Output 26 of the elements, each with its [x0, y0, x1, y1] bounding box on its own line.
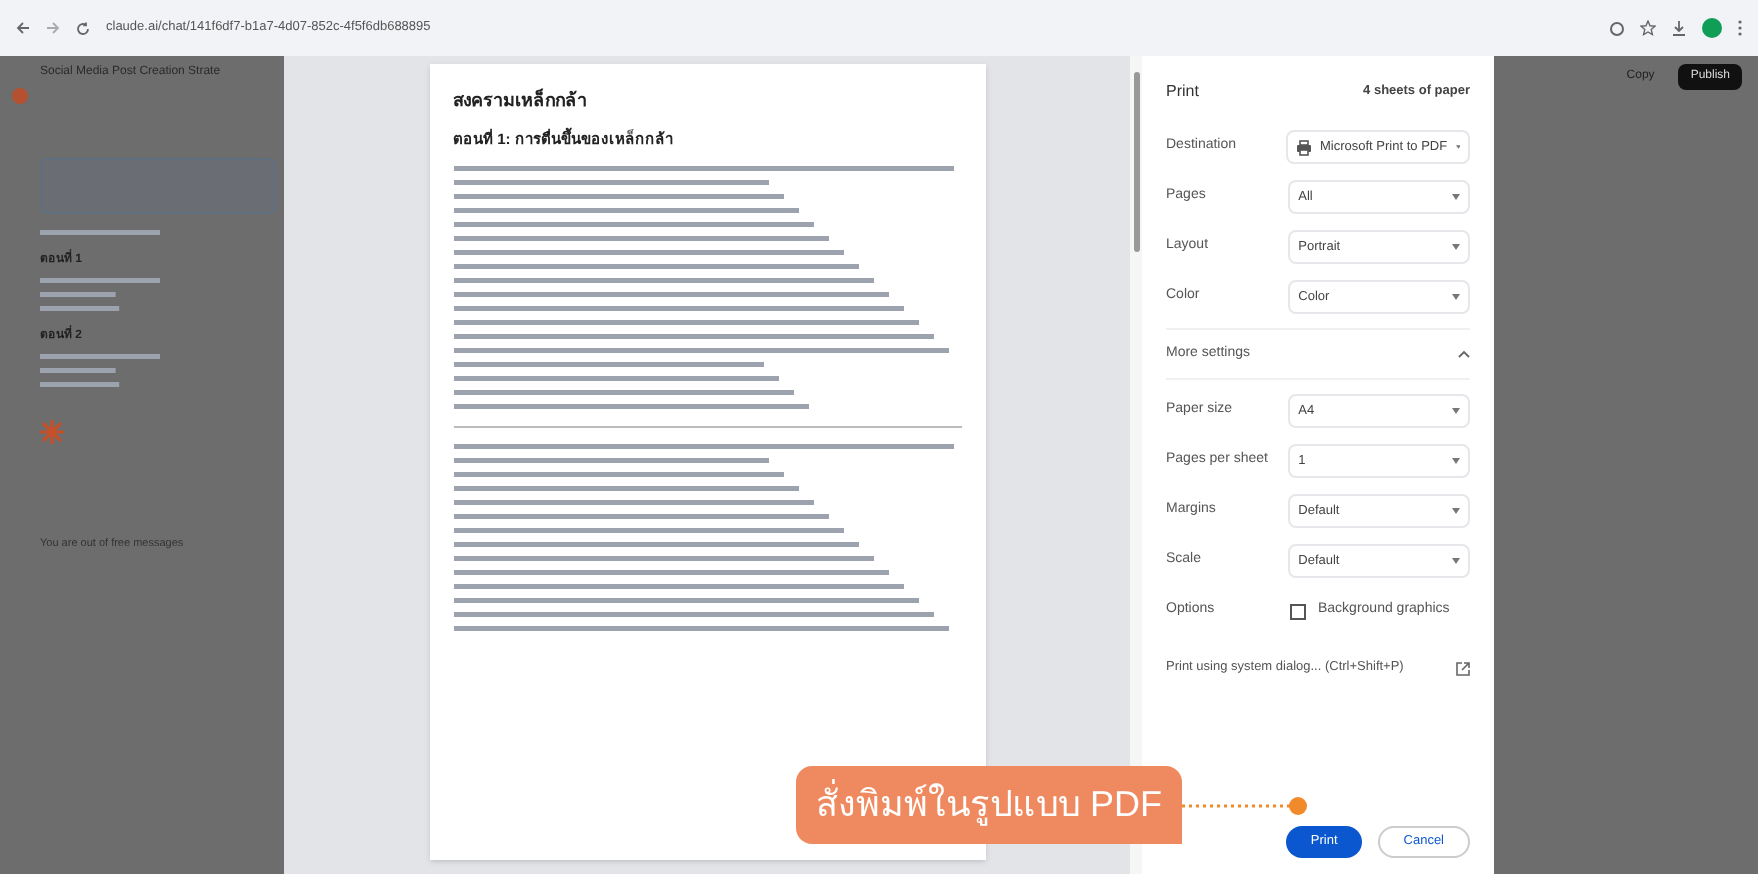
document-title: สงครามเหล็กกล้า — [453, 88, 589, 114]
caret-icon — [1452, 244, 1460, 250]
caret-icon — [1452, 194, 1460, 200]
caret-icon — [1452, 408, 1460, 414]
download-icon[interactable] — [1672, 20, 1686, 36]
blurred-text-drawing — [40, 274, 160, 316]
checkbox[interactable] — [1290, 603, 1306, 619]
callout-label: สั่งพิมพ์ในรูปแบบ PDF — [796, 766, 1183, 844]
caret-icon — [1455, 144, 1460, 150]
logo-icon — [12, 88, 28, 104]
caret-icon — [1452, 558, 1460, 564]
callout-pointer — [1182, 795, 1309, 815]
caret-icon — [1452, 508, 1460, 514]
caret-icon — [1452, 294, 1460, 300]
blurred-text-drawing — [40, 350, 160, 392]
blurred-text-drawing — [40, 226, 160, 240]
reload-icon[interactable] — [76, 21, 90, 35]
extension-icon[interactable] — [1610, 21, 1624, 35]
star-icon[interactable] — [1640, 20, 1656, 36]
chevron-icon — [1458, 350, 1470, 358]
caret-icon — [1452, 458, 1460, 464]
print-title: Print — [1166, 80, 1199, 104]
avatar-icon[interactable] — [1702, 18, 1722, 38]
external-link-icon — [1456, 661, 1470, 675]
sparkle-icon — [40, 420, 64, 444]
back-icon[interactable] — [16, 22, 30, 34]
